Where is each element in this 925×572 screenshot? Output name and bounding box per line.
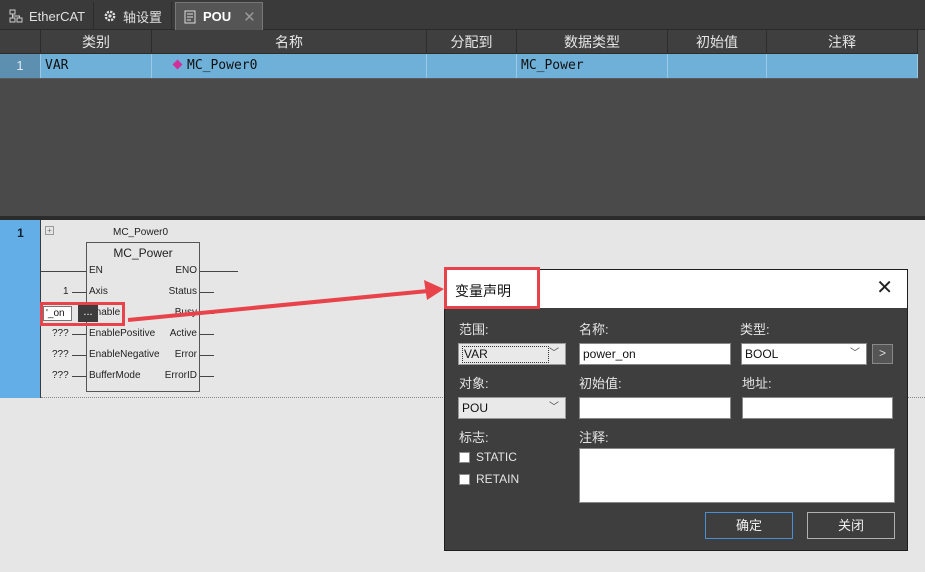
column-header-assign[interactable]: 分配到	[427, 30, 517, 54]
column-header-comment[interactable]: 注释	[767, 30, 918, 54]
address-field[interactable]	[742, 397, 893, 419]
type-select[interactable]: BOOL ﹀	[741, 343, 867, 365]
pin-axis[interactable]: Axis	[89, 286, 108, 297]
flags-label: 标志:	[459, 430, 489, 445]
pin-error[interactable]: Error	[175, 349, 197, 360]
wire-eno	[200, 271, 238, 272]
tab-axis-settings[interactable]: 轴设置	[96, 2, 172, 30]
initial-value-field[interactable]	[579, 397, 731, 419]
chevron-down-icon: ﹀	[549, 348, 559, 359]
highlight-box-enable	[40, 302, 125, 326]
scope-select[interactable]: VAR ﹀	[458, 343, 566, 365]
column-header-name[interactable]: 名称	[152, 30, 427, 54]
comment-label: 注释:	[579, 430, 609, 445]
checkbox-box[interactable]	[459, 451, 470, 463]
tab-ethercat[interactable]: EtherCAT	[2, 2, 94, 30]
wire-status	[200, 292, 214, 293]
name-field[interactable]: power_on	[579, 343, 731, 365]
wire-errorid	[200, 376, 214, 377]
highlight-box-title	[444, 267, 540, 309]
cell-category[interactable]: VAR	[41, 54, 152, 78]
rung-bar[interactable]: 1	[0, 220, 41, 398]
cell-assign[interactable]	[427, 54, 517, 78]
cell-name-text: MC_Power0	[187, 58, 258, 73]
object-label: 对象:	[459, 376, 489, 391]
pin-errorid[interactable]: ErrorID	[165, 370, 197, 381]
close-icon[interactable]: ✕	[243, 8, 256, 26]
fb-type-name: MC_Power	[113, 246, 173, 260]
pin-enablepositive[interactable]: EnablePositive	[89, 328, 155, 339]
static-checkbox[interactable]: STATIC	[459, 450, 517, 464]
address-label: 地址:	[742, 376, 772, 391]
pin-active[interactable]: Active	[170, 328, 197, 339]
wire-error	[200, 355, 214, 356]
scope-label: 范围:	[459, 322, 489, 337]
variable-table: 类别 名称 分配到 数据类型 初始值 注释 1 VAR MC_Power0 MC…	[0, 30, 925, 218]
column-header-initial[interactable]: 初始值	[668, 30, 767, 54]
type-label: 类型:	[740, 322, 770, 337]
cell-initial[interactable]	[668, 54, 767, 78]
ok-button[interactable]: 确定	[705, 512, 793, 539]
retain-checkbox[interactable]: RETAIN	[459, 472, 519, 486]
column-header-category[interactable]: 类别	[41, 30, 152, 54]
cell-name[interactable]: MC_Power0	[152, 54, 427, 78]
close-button[interactable]: 关闭	[807, 512, 895, 539]
pin-enablenegative[interactable]: EnableNegative	[89, 349, 160, 360]
type-browse-button[interactable]: >	[872, 344, 893, 364]
variable-declaration-dialog: 变量声明 ✕ 范围: 名称: 类型: VAR ﹀ power_on BOOL ﹀…	[444, 267, 908, 551]
static-label: STATIC	[476, 450, 517, 464]
checkbox-box[interactable]	[459, 473, 470, 485]
gear-icon	[102, 9, 117, 24]
wire-enablenegative	[72, 355, 86, 356]
expand-icon[interactable]: +	[45, 226, 54, 235]
cell-datatype[interactable]: MC_Power	[517, 54, 668, 78]
tab-bar: EtherCAT 轴设置 POU ✕	[0, 0, 925, 30]
chevron-down-icon: ﹀	[549, 402, 559, 413]
pin-buffermode[interactable]: BufferMode	[89, 370, 141, 381]
variable-diamond-icon	[172, 59, 183, 70]
pin-busy[interactable]: Busy	[175, 307, 197, 318]
object-select[interactable]: POU ﹀	[458, 397, 566, 419]
wire-busy	[200, 313, 214, 314]
input-value-enablenegative[interactable]: ???	[52, 349, 69, 360]
type-value: BOOL	[745, 347, 779, 361]
table-header: 类别 名称 分配到 数据类型 初始值 注释	[0, 30, 918, 54]
comment-field[interactable]	[579, 448, 895, 503]
object-value: POU	[462, 401, 489, 415]
tab-label: 轴设置	[123, 9, 163, 25]
wire-enablepositive	[72, 334, 86, 335]
wire-active	[200, 334, 214, 335]
input-value-axis[interactable]: 1	[63, 286, 69, 297]
row-number-header	[0, 30, 41, 54]
network-icon	[8, 9, 23, 24]
row-divider	[0, 78, 918, 79]
tab-pou[interactable]: POU ✕	[175, 2, 263, 30]
scope-value: VAR	[462, 346, 549, 363]
row-number: 1	[0, 54, 41, 78]
input-value-buffermode[interactable]: ???	[52, 370, 69, 381]
column-header-datatype[interactable]: 数据类型	[517, 30, 668, 54]
input-value-enablepositive[interactable]: ???	[52, 328, 69, 339]
retain-label: RETAIN	[476, 472, 520, 486]
close-icon[interactable]: ✕	[876, 278, 893, 298]
name-label: 名称:	[579, 322, 609, 337]
pin-en[interactable]: EN	[89, 265, 103, 276]
pin-status[interactable]: Status	[169, 286, 197, 297]
tab-label: POU	[203, 9, 232, 24]
chevron-down-icon: ﹀	[850, 348, 860, 359]
wire-axis	[72, 292, 86, 293]
table-row[interactable]: 1 VAR MC_Power0 MC_Power	[0, 54, 918, 78]
wire-en	[41, 271, 86, 272]
fb-instance-name[interactable]: MC_Power0	[113, 227, 168, 238]
initial-value-label: 初始值:	[579, 376, 622, 391]
pin-eno[interactable]: ENO	[175, 265, 197, 276]
tab-label: EtherCAT	[29, 8, 86, 24]
wire-buffermode	[72, 376, 86, 377]
cell-comment[interactable]	[767, 54, 918, 78]
document-icon	[182, 9, 197, 24]
rung-number: 1	[17, 226, 24, 240]
